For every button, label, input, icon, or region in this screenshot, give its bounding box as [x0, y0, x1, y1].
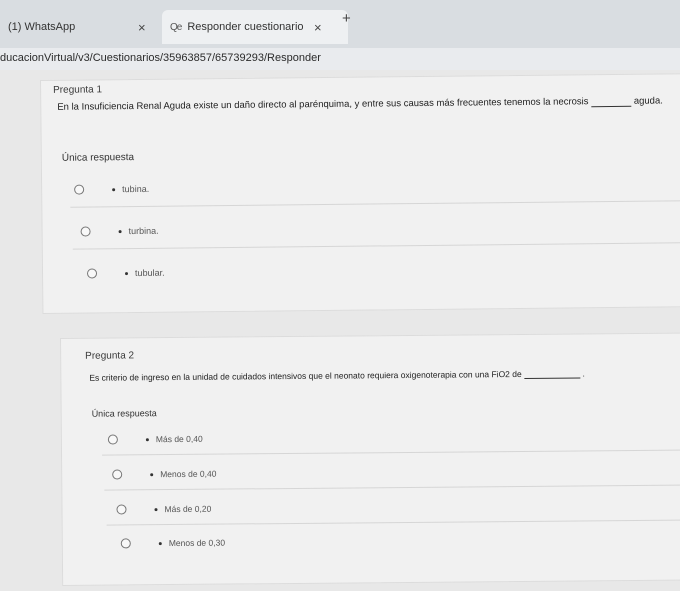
radio-button[interactable]: [80, 226, 91, 237]
bullet-icon: [154, 507, 158, 511]
radio-button[interactable]: [112, 469, 123, 480]
bullet-icon: [158, 541, 162, 545]
close-tab-icon[interactable]: ×: [138, 20, 146, 35]
site-favicon-icon: Qe: [170, 21, 182, 33]
option-label: Más de 0,40: [155, 433, 203, 445]
tab-whatsapp[interactable]: (1) WhatsApp ×: [0, 10, 168, 44]
url-text[interactable]: ducacionVirtual/v3/Cuestionarios/3596385…: [0, 52, 321, 64]
question-text-part: aguda.: [633, 95, 663, 107]
answer-option[interactable]: Menos de 0,40: [112, 469, 216, 480]
radio-button[interactable]: [74, 184, 85, 195]
answer-option[interactable]: Más de 0,20: [116, 504, 211, 515]
option-label: turbina.: [128, 225, 159, 237]
answer-blank: [524, 377, 581, 379]
radio-button[interactable]: [107, 434, 118, 445]
answer-option[interactable]: tubina.: [74, 184, 149, 195]
question-card: Pregunta 1 En la Insuficiencia Renal Agu…: [40, 73, 680, 314]
divider: [72, 242, 680, 250]
option-label: Más de 0,20: [164, 503, 212, 515]
tab-responder-cuestionario[interactable]: Qe Responder cuestionario ×: [162, 10, 348, 44]
bullet-icon: [112, 187, 116, 191]
question-number: Pregunta 1: [53, 84, 103, 96]
bullet-icon: [118, 229, 122, 233]
divider: [102, 449, 680, 456]
answer-blank: [591, 105, 632, 108]
quiz-page: Pregunta 1 En la Insuficiencia Renal Agu…: [0, 70, 680, 591]
close-tab-icon[interactable]: ×: [314, 20, 322, 35]
question-text-part: Es criterio de ingreso en la unidad de c…: [89, 368, 522, 383]
tab-title: Responder cuestionario: [187, 21, 304, 33]
option-label: tubina.: [122, 183, 150, 195]
divider: [104, 484, 680, 491]
bullet-icon: [145, 437, 149, 441]
radio-button[interactable]: [86, 268, 98, 279]
option-label: Menos de 0,40: [160, 468, 217, 480]
radio-button[interactable]: [120, 538, 131, 549]
browser-tab-bar: (1) WhatsApp × Qe Responder cuestionario…: [0, 0, 680, 48]
answer-type-label: Única respuesta: [61, 152, 135, 164]
bullet-icon: [150, 472, 154, 476]
question-text-part: .: [582, 368, 585, 379]
divider: [106, 519, 680, 526]
question-text: Es criterio de ingreso en la unidad de c…: [89, 368, 585, 382]
answer-type-label: Única respuesta: [91, 408, 157, 419]
question-text-part: En la Insuficiencia Renal Aguda existe u…: [57, 96, 589, 113]
answer-option[interactable]: turbina.: [80, 225, 159, 237]
answer-option[interactable]: Más de 0,40: [107, 433, 203, 445]
question-number: Pregunta 2: [85, 350, 135, 362]
radio-button[interactable]: [116, 504, 127, 515]
address-bar[interactable]: ducacionVirtual/v3/Cuestionarios/3596385…: [0, 48, 680, 70]
answer-option[interactable]: Menos de 0,30: [120, 537, 226, 549]
divider: [70, 200, 680, 208]
new-tab-button[interactable]: +: [342, 10, 351, 27]
tab-title: (1) WhatsApp: [8, 21, 76, 33]
question-text: En la Insuficiencia Renal Aguda existe u…: [57, 95, 663, 112]
question-card: Pregunta 2 Es criterio de ingreso en la …: [60, 332, 680, 586]
option-label: tubular.: [134, 267, 165, 279]
option-label: Menos de 0,30: [168, 537, 226, 549]
bullet-icon: [125, 271, 129, 275]
answer-option[interactable]: tubular.: [86, 267, 165, 279]
